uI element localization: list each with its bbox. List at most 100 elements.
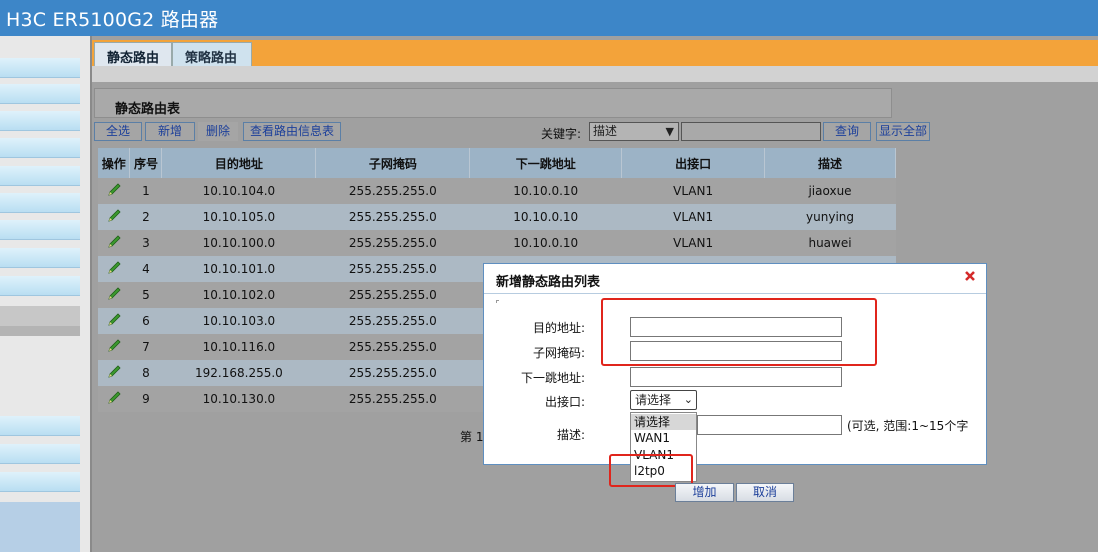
col-header: 目的地址 (161, 148, 317, 178)
row-number: 8 (129, 360, 162, 386)
sidebar-item[interactable] (0, 444, 80, 464)
tab-static-route[interactable]: 静态路由 (94, 42, 173, 66)
pencil-icon[interactable] (106, 260, 122, 275)
keyword-input[interactable] (681, 122, 821, 141)
tab-policy-route[interactable]: 策略路由 (172, 42, 252, 66)
sidebar-item[interactable] (0, 166, 80, 186)
sidebar-item[interactable] (0, 193, 80, 213)
subnet-mask-cell: 255.255.255.0 (315, 282, 470, 308)
col-header: 操作 (98, 148, 131, 178)
sidebar-item[interactable] (0, 248, 80, 268)
dialog-title: 新增静态路由列表 (496, 275, 601, 290)
table-header-row: 操作 序号 目的地址 子网掩码 下一跳地址 出接口 描述 (98, 148, 896, 178)
subnet-mask-label: 子网掩码: (532, 346, 585, 360)
keyword-select[interactable]: 描述 ▼ (589, 122, 679, 141)
dropdown-option[interactable]: 请选择 (631, 414, 696, 430)
edit-cell (98, 204, 130, 230)
description-label: 描述: (556, 428, 585, 442)
interface-cell: VLAN1 (621, 230, 765, 256)
show-all-button[interactable]: 显示全部 (876, 122, 930, 141)
sidebar-footer (0, 502, 80, 552)
subnet-mask-cell: 255.255.255.0 (315, 334, 470, 360)
dest-address-cell: 10.10.104.0 (161, 178, 316, 204)
keyword-label: 关键字: (541, 127, 582, 141)
pencil-icon[interactable] (106, 182, 122, 197)
sidebar (0, 36, 92, 552)
description-cell: yunying (764, 204, 896, 230)
dest-address-cell: 10.10.130.0 (161, 386, 316, 412)
dest-address-cell: 10.10.102.0 (161, 282, 316, 308)
row-number: 9 (129, 386, 162, 412)
sidebar-item[interactable] (0, 416, 80, 436)
description-input[interactable] (697, 415, 842, 435)
col-header: 子网掩码 (315, 148, 471, 178)
edit-cell (98, 334, 130, 360)
next-hop-label: 下一跳地址: (520, 371, 585, 385)
sidebar-item[interactable] (0, 84, 80, 104)
sidebar-item[interactable] (0, 220, 80, 240)
col-header: 序号 (129, 148, 163, 178)
interface-cell: VLAN1 (621, 178, 765, 204)
table-row: 1 10.10.104.0 255.255.255.0 10.10.0.10 VLAN1… (98, 178, 896, 204)
sidebar-item[interactable] (0, 58, 80, 78)
add-new-button[interactable]: 新增 (145, 122, 195, 141)
next-hop-input[interactable] (630, 367, 842, 387)
app-title: H3C ER5100G2 路由器 (6, 9, 219, 31)
dest-address-cell: 10.10.101.0 (161, 256, 316, 282)
sidebar-item[interactable] (0, 276, 80, 296)
pencil-icon[interactable] (106, 390, 122, 405)
description-cell: huawei (764, 230, 896, 256)
sidebar-item[interactable] (0, 472, 80, 492)
sidebar-item[interactable] (0, 138, 80, 158)
description-hint: (可选, 范围:1~15个字 (847, 419, 969, 433)
dest-address-cell: 10.10.100.0 (161, 230, 316, 256)
chevron-down-icon: ⌄ (683, 393, 693, 406)
pager: 第 1 (460, 430, 484, 444)
pencil-icon[interactable] (106, 364, 122, 379)
pencil-icon[interactable] (106, 312, 122, 327)
dest-address-cell: 192.168.255.0 (161, 360, 316, 386)
add-button[interactable]: 增加 (675, 483, 734, 502)
keyword-select-value: 描述 (593, 124, 618, 138)
dropdown-option[interactable]: WAN1 (631, 430, 696, 446)
dest-address-label: 目的地址: (532, 321, 585, 335)
view-route-info-button[interactable]: 查看路由信息表 (243, 122, 341, 141)
highlight-box (601, 298, 877, 366)
col-header: 描述 (764, 148, 896, 178)
subnet-mask-cell: 255.255.255.0 (315, 308, 470, 334)
dialog-divider (484, 293, 986, 294)
subnet-mask-cell: 255.255.255.0 (315, 230, 470, 256)
next-hop-cell: 10.10.0.10 (469, 230, 622, 256)
sidebar-divider (0, 306, 80, 326)
pencil-icon[interactable] (106, 338, 122, 353)
row-number: 6 (129, 308, 162, 334)
panel-title: 静态路由表 (115, 102, 181, 117)
edit-cell (98, 386, 130, 412)
dest-address-cell: 10.10.105.0 (161, 204, 316, 230)
subnet-mask-cell: 255.255.255.0 (315, 204, 470, 230)
pencil-icon[interactable] (106, 208, 122, 223)
sidebar-divider (0, 326, 80, 336)
pencil-icon[interactable] (106, 234, 122, 249)
row-number: 2 (129, 204, 162, 230)
interface-select-value: 请选择 (635, 393, 672, 407)
row-number: 4 (129, 256, 162, 282)
edit-cell (98, 230, 130, 256)
sidebar-item[interactable] (0, 111, 80, 131)
col-header: 出接口 (621, 148, 766, 178)
cancel-button[interactable]: 取消 (736, 483, 794, 502)
edit-cell (98, 178, 130, 204)
row-number: 1 (129, 178, 162, 204)
next-hop-cell: 10.10.0.10 (469, 178, 622, 204)
interface-select[interactable]: 请选择 ⌄ (630, 390, 697, 410)
pencil-icon[interactable] (106, 286, 122, 301)
delete-button[interactable]: 删除 (198, 122, 238, 141)
panel-header: 静态路由表 (94, 88, 892, 118)
search-button[interactable]: 查询 (823, 122, 871, 141)
row-number: 5 (129, 282, 162, 308)
interface-cell: VLAN1 (621, 204, 765, 230)
tab-strip-shadow (92, 66, 1098, 82)
close-icon[interactable] (964, 270, 976, 282)
select-all-button[interactable]: 全选 (94, 122, 142, 141)
edit-cell (98, 360, 130, 386)
